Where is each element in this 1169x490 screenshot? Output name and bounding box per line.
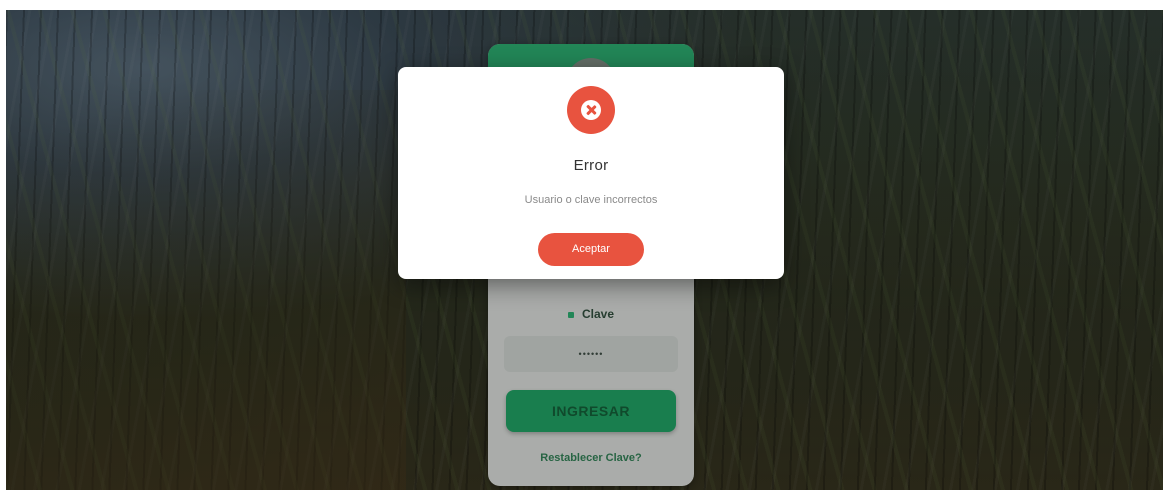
reset-password-link[interactable]: Restablecer Clave? <box>488 452 694 464</box>
password-label-text: Clave <box>581 307 615 321</box>
error-x-mark <box>581 100 601 120</box>
login-submit-button[interactable]: INGRESAR <box>506 390 676 432</box>
accept-button[interactable]: Aceptar <box>538 233 644 266</box>
error-x-icon <box>567 86 615 134</box>
error-dialog: Error Usuario o clave incorrectos Acepta… <box>398 67 784 279</box>
dialog-title: Error <box>573 157 609 174</box>
password-input[interactable]: •••••• <box>504 336 678 372</box>
lock-icon <box>567 311 574 318</box>
dialog-message: Usuario o clave incorrectos <box>524 194 658 206</box>
background-cornfield: Clave •••••• INGRESAR Restablecer Clave?… <box>6 10 1163 490</box>
password-label: Clave <box>488 307 694 321</box>
